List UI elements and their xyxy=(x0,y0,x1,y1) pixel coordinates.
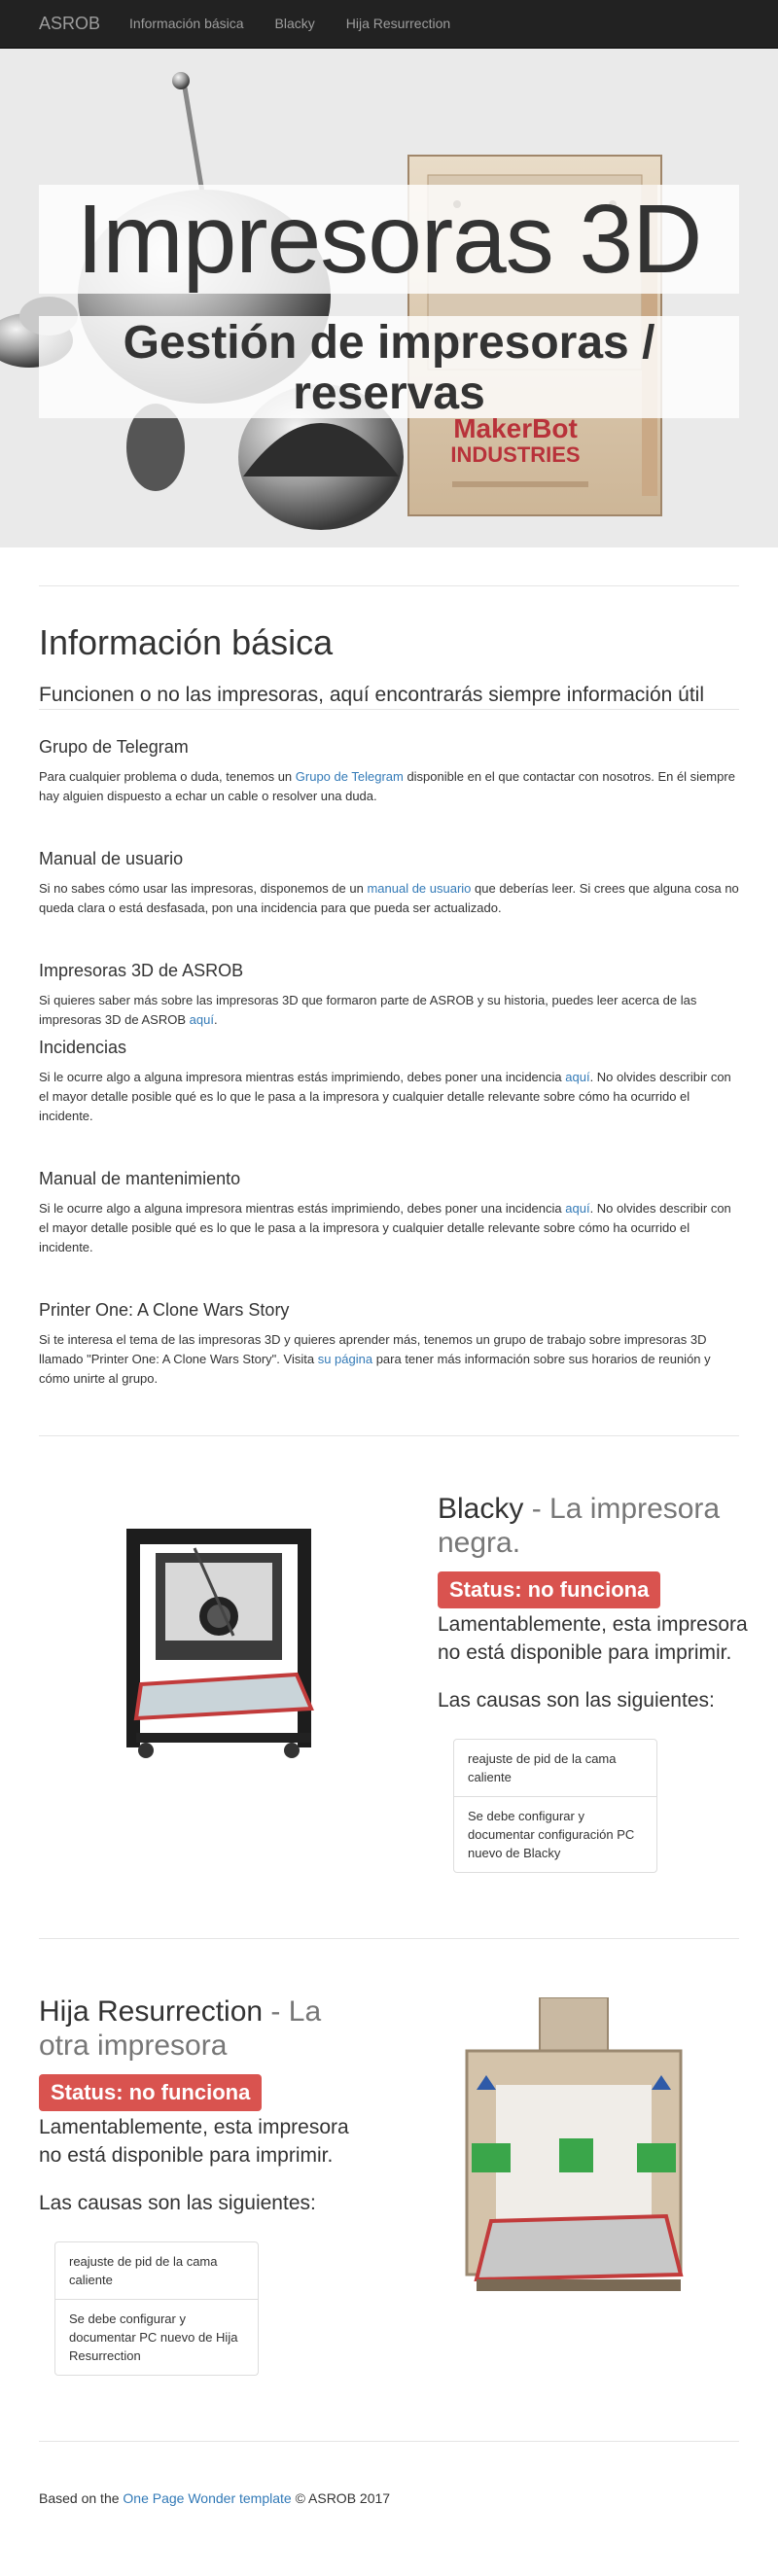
hero-robot-printer-image: MakerBot INDUSTRIES xyxy=(0,49,778,547)
incidencias-link[interactable]: aquí xyxy=(565,1070,589,1084)
asrob-link[interactable]: aquí xyxy=(190,1012,214,1027)
hija-section: Hija Resurrection - La otra impresora St… xyxy=(39,1939,739,2443)
hija-heading: Hija Resurrection - La otra impresora xyxy=(39,1994,360,2063)
mantenimiento-text: Si le ocurre algo a alguna impresora mie… xyxy=(39,1199,739,1257)
printer-one-text: Si te interesa el tema de las impresoras… xyxy=(39,1330,739,1389)
hija-printer-image xyxy=(447,1997,710,2318)
blacky-name: Blacky xyxy=(438,1493,524,1525)
footer: Based on the One Page Wonder template © … xyxy=(39,2442,739,2508)
hija-details: Hija Resurrection - La otra impresora St… xyxy=(39,1994,360,2377)
hija-causes-title: Las causas son las siguientes: xyxy=(39,2191,316,2214)
footer-template-link[interactable]: One Page Wonder template xyxy=(123,2490,291,2506)
hija-status-badge: Status: no funciona xyxy=(39,2074,263,2111)
hero-title: Impresoras 3D xyxy=(39,185,739,294)
mantenimiento-link[interactable]: aquí xyxy=(565,1201,589,1216)
telegram-title: Grupo de Telegram xyxy=(39,737,189,757)
incidencias-block: Incidencias Si le ocurre algo a alguna i… xyxy=(39,1036,739,1126)
manual-title: Manual de usuario xyxy=(39,849,184,868)
list-item: reajuste de pid de la cama caliente xyxy=(54,2241,259,2301)
info-section: Información básica Funcionen o no las im… xyxy=(39,586,739,709)
asrob-text-after: . xyxy=(213,1012,218,1027)
incidencias-title: Incidencias xyxy=(39,1038,127,1057)
asrob-title: Impresoras 3D de ASROB xyxy=(39,961,244,980)
mantenimiento-title: Manual de mantenimiento xyxy=(39,1169,241,1188)
telegram-text-before: Para cualquier problema o duda, tenemos … xyxy=(39,769,296,784)
nav-link-blacky[interactable]: Blacky xyxy=(275,14,315,33)
mantenimiento-text-before: Si le ocurre algo a alguna impresora mie… xyxy=(39,1201,566,1216)
telegram-text: Para cualquier problema o duda, tenemos … xyxy=(39,767,739,806)
hija-separator: - xyxy=(263,1995,289,2028)
hero-subtitle: Gestión de impresoras / reservas xyxy=(39,316,739,419)
incidencias-text: Si le ocurre algo a alguna impresora mie… xyxy=(39,1068,739,1126)
info-lead: Funcionen o no las impresoras, aquí enco… xyxy=(39,684,705,706)
hija-message: Lamentablemente, esta impresora no está … xyxy=(39,2115,349,2167)
footer-text: Based on the One Page Wonder template © … xyxy=(39,2488,739,2508)
nav-link-hija[interactable]: Hija Resurrection xyxy=(346,14,450,33)
content-container: Información básica Funcionen o no las im… xyxy=(0,585,778,2508)
printer-one-title: Printer One: A Clone Wars Story xyxy=(39,1300,290,1320)
manual-text-before: Si no sabes cómo usar las impresoras, di… xyxy=(39,881,368,896)
info-divider xyxy=(39,709,739,710)
asrob-text-before: Si quieres saber más sobre las impresora… xyxy=(39,993,697,1027)
blacky-causes-title: Las causas son las siguientes: xyxy=(438,1688,715,1711)
telegram-link[interactable]: Grupo de Telegram xyxy=(296,769,404,784)
footer-text-after: © ASROB 2017 xyxy=(291,2490,391,2506)
blacky-details: Blacky - La impresora negra. Status: no … xyxy=(438,1492,759,1874)
blacky-printer-image xyxy=(88,1509,350,1772)
brand-link[interactable]: ASROB xyxy=(39,11,100,36)
list-item: Se debe configurar y documentar configur… xyxy=(453,1797,657,1874)
blacky-status-badge: Status: no funciona xyxy=(438,1571,661,1608)
asrob-text: Si quieres saber más sobre las impresora… xyxy=(39,991,739,1030)
hija-causes-list: reajuste de pid de la cama caliente Se d… xyxy=(54,2241,259,2377)
nav-link-informacion[interactable]: Información básica xyxy=(129,14,244,33)
list-item: Se debe configurar y documentar PC nuevo… xyxy=(54,2300,259,2377)
asrob-block: Impresoras 3D de ASROB Si quieres saber … xyxy=(39,959,739,1030)
printer-one-block: Printer One: A Clone Wars Story Si te in… xyxy=(39,1298,739,1389)
blacky-section: Blacky - La impresora negra. Status: no … xyxy=(39,1436,748,1940)
info-heading: Información básica xyxy=(39,622,334,662)
blacky-causes-list: reajuste de pid de la cama caliente Se d… xyxy=(453,1739,657,1874)
incidencias-text-before: Si le ocurre algo a alguna impresora mie… xyxy=(39,1070,566,1084)
blacky-message: Lamentablemente, esta impresora no está … xyxy=(438,1612,748,1664)
blacky-separator: - xyxy=(523,1493,550,1525)
makerbot-sign-subtext: INDUSTRIES xyxy=(450,442,580,467)
mantenimiento-block: Manual de mantenimiento Si le ocurre alg… xyxy=(39,1167,739,1257)
manual-link[interactable]: manual de usuario xyxy=(367,881,471,896)
printer-one-link[interactable]: su página xyxy=(318,1352,372,1366)
manual-text: Si no sabes cómo usar las impresoras, di… xyxy=(39,879,739,918)
top-navbar: ASROB Información básica Blacky Hija Res… xyxy=(0,0,778,49)
blacky-heading: Blacky - La impresora negra. xyxy=(438,1492,759,1560)
list-item: reajuste de pid de la cama caliente xyxy=(453,1739,657,1798)
hija-name: Hija Resurrection xyxy=(39,1995,264,2028)
footer-text-before: Based on the xyxy=(39,2490,124,2506)
telegram-block: Grupo de Telegram Para cualquier problem… xyxy=(39,735,739,806)
manual-block: Manual de usuario Si no sabes cómo usar … xyxy=(39,847,739,918)
hero-header: MakerBot INDUSTRIES Impresoras 3D Gestió… xyxy=(0,49,778,547)
